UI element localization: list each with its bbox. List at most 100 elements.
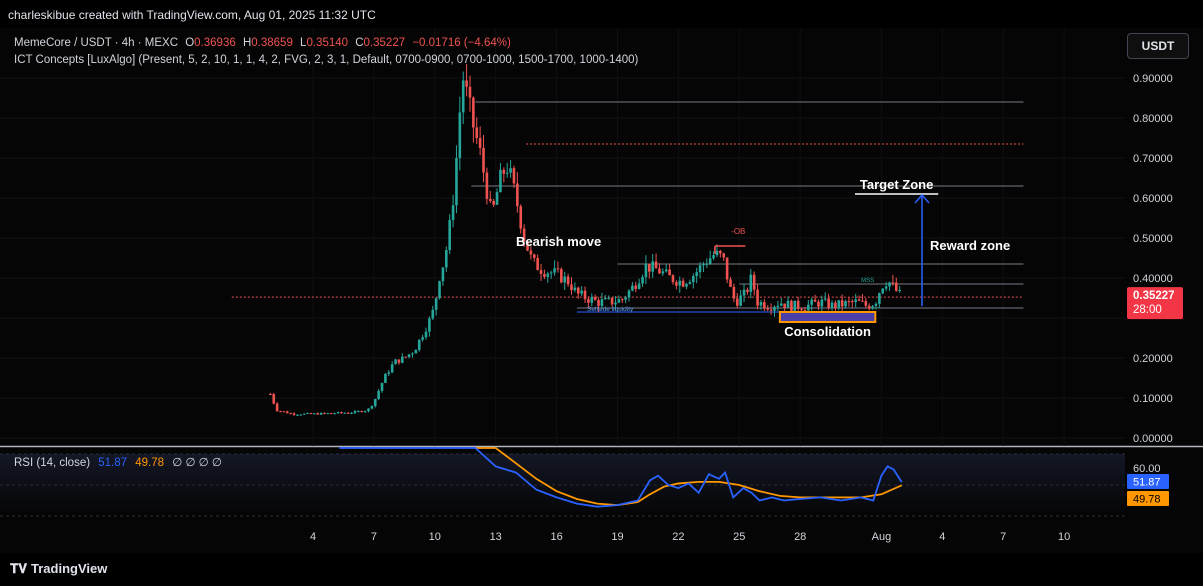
price-tick-label: 0.10000 <box>1133 393 1173 405</box>
candle-body <box>658 268 661 274</box>
tv-logo-icon: 𝐓𝐕 <box>10 561 27 576</box>
candle-body <box>651 261 654 272</box>
candle-body <box>350 412 353 414</box>
candle-body <box>573 287 577 291</box>
candle-body <box>844 301 847 307</box>
candle-body <box>465 80 468 87</box>
candle-body <box>455 158 458 206</box>
candle-body <box>296 414 299 416</box>
candle-body <box>894 282 898 291</box>
candle-body <box>756 289 759 306</box>
price-tick-label: 0.00000 <box>1133 433 1173 445</box>
consolidation-label: Consolidation <box>784 324 871 339</box>
change-value: −0.01716 (−4.64%) <box>412 37 511 49</box>
attribution-bar: charleskibue created with TradingView.co… <box>0 0 1203 28</box>
candle-body <box>390 364 394 373</box>
svg-text:51.87: 51.87 <box>1133 477 1161 489</box>
candle-body <box>316 413 320 415</box>
candle-body <box>898 290 901 292</box>
candle-body <box>485 172 489 199</box>
candle-body <box>407 354 411 357</box>
candle-body <box>698 265 702 273</box>
attribution-text: charleskibue created with TradingView.co… <box>8 8 376 22</box>
candle-body <box>309 413 313 415</box>
candle-body <box>289 413 292 415</box>
candle-body <box>377 390 380 399</box>
candle-body <box>502 169 506 174</box>
candle-body <box>752 274 756 290</box>
sellside-label: Sellside liquidity <box>587 306 634 313</box>
candle-body <box>590 297 594 303</box>
candle-body <box>878 293 881 304</box>
time-tick-label: Aug <box>872 531 892 543</box>
price-tick-label: 0.50000 <box>1133 233 1173 245</box>
candle-body <box>861 300 864 302</box>
candle-body <box>793 300 797 311</box>
candle-body <box>888 282 891 287</box>
candle-body <box>448 220 451 251</box>
candle-body <box>719 250 722 254</box>
candle-body <box>834 302 837 309</box>
price-tick-label: 0.60000 <box>1133 193 1173 205</box>
candle-body <box>715 250 719 256</box>
svg-text:49.78: 49.78 <box>1133 494 1161 506</box>
candle-body <box>637 283 641 289</box>
candle-body <box>749 274 753 292</box>
mss-label: MSS <box>861 278 874 284</box>
candle-body <box>631 285 634 291</box>
candle-body <box>313 413 316 415</box>
candle-body <box>566 276 570 285</box>
candle-body <box>367 408 370 412</box>
candle-body <box>729 279 732 287</box>
candle-body <box>428 318 431 332</box>
candle-body <box>722 253 726 258</box>
candle-body <box>739 295 742 306</box>
candle-body <box>644 263 648 278</box>
time-tick-label: 7 <box>371 531 377 543</box>
currency-button[interactable]: USDT <box>1127 33 1189 59</box>
candle-body <box>759 302 763 306</box>
candle-body <box>691 276 695 283</box>
candle-body <box>411 353 414 355</box>
candle-body <box>438 281 441 299</box>
candle-body <box>675 282 678 286</box>
legend-line-1: MemeCore / USDT · 4h · MEXC O0.36936 H0.… <box>14 37 511 49</box>
candle-body <box>786 300 790 308</box>
candle-body <box>556 268 560 270</box>
candle-body <box>458 112 462 159</box>
bearish-move-label: Bearish move <box>516 234 601 249</box>
candle-body <box>614 302 617 305</box>
price-tick-label: 0.40000 <box>1133 273 1173 285</box>
candle-body <box>840 300 844 307</box>
ob-label: -OB <box>731 227 745 236</box>
candle-body <box>512 168 516 184</box>
candle-body <box>864 301 868 306</box>
candle-body <box>807 304 810 311</box>
candle-body <box>708 258 712 264</box>
time-tick-label: 25 <box>733 531 745 543</box>
time-tick-label: 10 <box>429 531 441 543</box>
tradingview-chart-page: -OB Sellside liquidity MSS Consolidation Tar… <box>0 0 1203 586</box>
target-zone-label: Target Zone <box>860 177 933 192</box>
tradingview-logo[interactable]: 𝐓𝐕 TradingView <box>10 561 107 577</box>
candle-body <box>384 373 387 383</box>
candle-body <box>275 403 279 412</box>
candle-body <box>560 269 563 283</box>
candle-body <box>333 413 336 415</box>
candle-body <box>417 339 421 350</box>
candle-body <box>434 298 438 310</box>
candle-body <box>536 258 539 271</box>
time-tick-label: 19 <box>611 531 623 543</box>
candle-body <box>688 282 692 284</box>
candle-body <box>634 285 638 289</box>
indicator-legend[interactable]: ICT Concepts [LuxAlgo] (Present, 5, 2, 1… <box>14 54 639 66</box>
chart-canvas[interactable]: -OB Sellside liquidity MSS Consolidation Tar… <box>0 0 1203 586</box>
candle-body <box>746 289 749 292</box>
candle-body <box>478 138 482 148</box>
candle-body <box>671 275 675 283</box>
candle-body <box>292 413 296 415</box>
candle-body <box>871 306 874 309</box>
candle-body <box>363 411 367 413</box>
candle-body <box>329 413 333 415</box>
rsi-legend[interactable]: RSI (14, close) 51.87 49.78 ∅ ∅ ∅ ∅ <box>14 457 222 469</box>
